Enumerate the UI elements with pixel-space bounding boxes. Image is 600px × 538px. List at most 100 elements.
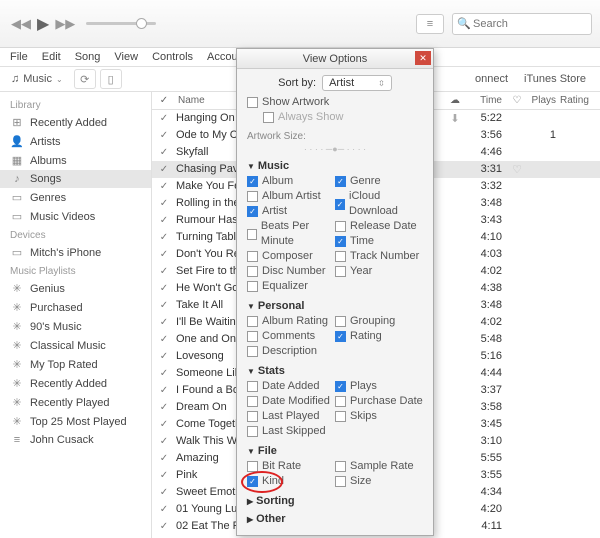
sidebar-item[interactable]: ✳Recently Added <box>0 374 151 393</box>
sidebar-item[interactable]: ≡John Cusack <box>0 431 151 449</box>
row-check[interactable]: ✓ <box>152 130 176 141</box>
option-checkbox[interactable]: ✓Plays <box>335 379 423 394</box>
option-checkbox[interactable]: ✓Kind <box>247 474 335 489</box>
col-cloud[interactable]: ☁ <box>442 95 468 106</box>
option-checkbox[interactable]: Equalizer <box>247 279 335 294</box>
cloud-icon[interactable]: ⬇ <box>442 112 468 125</box>
row-check[interactable]: ✓ <box>152 317 176 328</box>
sortby-select[interactable]: Artist ⇳ <box>322 75 392 91</box>
section-file[interactable]: ▼File <box>247 445 423 457</box>
col-time[interactable]: Time <box>468 95 508 106</box>
sidebar-item[interactable]: ✳Recently Played <box>0 393 151 412</box>
option-checkbox[interactable]: Bit Rate <box>247 459 335 474</box>
dialog-close-button[interactable]: ✕ <box>415 51 431 65</box>
option-checkbox[interactable]: Grouping <box>335 314 423 329</box>
row-check[interactable]: ✓ <box>152 385 176 396</box>
row-check[interactable]: ✓ <box>152 198 176 209</box>
prev-track-button[interactable]: ◀◀ <box>8 12 34 36</box>
row-check[interactable]: ✓ <box>152 300 176 311</box>
option-checkbox[interactable]: ✓Rating <box>335 329 423 344</box>
row-check[interactable]: ✓ <box>152 453 176 464</box>
sidebar-item[interactable]: ▦Albums <box>0 151 151 170</box>
row-check[interactable]: ✓ <box>152 436 176 447</box>
col-plays[interactable]: Plays <box>526 95 560 106</box>
row-check[interactable]: ✓ <box>152 181 176 192</box>
option-checkbox[interactable]: Date Modified <box>247 394 335 409</box>
sidebar-item[interactable]: ✳Top 25 Most Played <box>0 412 151 431</box>
artwork-size-slider[interactable]: · · · · ─●─ · · · · <box>247 144 423 154</box>
option-checkbox[interactable]: Size <box>335 474 423 489</box>
option-checkbox[interactable]: Comments <box>247 329 335 344</box>
row-check[interactable]: ✓ <box>152 470 176 481</box>
option-checkbox[interactable]: ✓Genre <box>335 174 423 189</box>
row-check[interactable]: ✓ <box>152 334 176 345</box>
option-checkbox[interactable]: Sample Rate <box>335 459 423 474</box>
volume-thumb[interactable] <box>136 18 147 29</box>
col-check[interactable]: ✓ <box>152 95 176 106</box>
menu-song[interactable]: Song <box>69 49 107 65</box>
sidebar-item[interactable]: ♪Songs <box>0 170 151 188</box>
menu-view[interactable]: View <box>108 49 144 65</box>
row-check[interactable]: ✓ <box>152 232 176 243</box>
section-stats[interactable]: ▼Stats <box>247 365 423 377</box>
sidebar-item[interactable]: ✳Classical Music <box>0 336 151 355</box>
row-check[interactable]: ✓ <box>152 521 176 532</box>
play-button[interactable]: ▶ <box>34 10 52 38</box>
option-checkbox[interactable]: Purchase Date <box>335 394 423 409</box>
option-checkbox[interactable]: Composer <box>247 249 335 264</box>
search-input[interactable] <box>452 13 592 35</box>
show-artwork-checkbox[interactable]: Show Artwork <box>247 95 423 110</box>
option-checkbox[interactable]: Last Skipped <box>247 424 335 439</box>
sidebar-item[interactable]: ▭Mitch's iPhone <box>0 243 151 262</box>
volume-slider[interactable] <box>86 22 156 25</box>
sidebar-item[interactable]: ✳Purchased <box>0 298 151 317</box>
option-checkbox[interactable]: ✓Artist <box>247 204 335 219</box>
option-checkbox[interactable]: Album Artist <box>247 189 335 204</box>
sidebar-item[interactable]: ✳90's Music <box>0 317 151 336</box>
option-checkbox[interactable]: Last Played <box>247 409 335 424</box>
row-check[interactable]: ✓ <box>152 249 176 260</box>
col-heart[interactable]: ♡ <box>508 95 526 106</box>
library-dropdown[interactable]: ♫ Music ⌄ <box>4 70 70 88</box>
option-checkbox[interactable]: Beats Per Minute <box>247 219 335 249</box>
row-check[interactable]: ✓ <box>152 402 176 413</box>
menu-edit[interactable]: Edit <box>36 49 67 65</box>
option-checkbox[interactable]: Release Date <box>335 219 423 234</box>
section-personal[interactable]: ▼Personal <box>247 300 423 312</box>
option-checkbox[interactable]: Date Added <box>247 379 335 394</box>
sidebar-item[interactable]: ▭Genres <box>0 188 151 207</box>
option-checkbox[interactable]: ✓Time <box>335 234 423 249</box>
menu-controls[interactable]: Controls <box>146 49 199 65</box>
row-check[interactable]: ✓ <box>152 147 176 158</box>
row-check[interactable]: ✓ <box>152 487 176 498</box>
menu-file[interactable]: File <box>4 49 34 65</box>
row-check[interactable]: ✓ <box>152 351 176 362</box>
row-check[interactable]: ✓ <box>152 266 176 277</box>
option-checkbox[interactable]: Album Rating <box>247 314 335 329</box>
next-track-button[interactable]: ▶▶ <box>52 12 78 36</box>
section-sorting[interactable]: ▶Sorting <box>247 495 423 507</box>
row-check[interactable]: ✓ <box>152 215 176 226</box>
connect-link[interactable]: onnect <box>475 73 508 85</box>
row-check[interactable]: ✓ <box>152 504 176 515</box>
col-rating[interactable]: Rating <box>560 95 600 106</box>
sidebar-item[interactable]: 👤Artists <box>0 132 151 151</box>
section-music[interactable]: ▼Music <box>247 160 423 172</box>
option-checkbox[interactable]: Year <box>335 264 423 279</box>
option-checkbox[interactable]: Track Number <box>335 249 423 264</box>
option-checkbox[interactable]: Disc Number <box>247 264 335 279</box>
device-button[interactable]: ▯ <box>100 69 122 89</box>
section-other[interactable]: ▶Other <box>247 513 423 525</box>
row-check[interactable]: ✓ <box>152 164 176 175</box>
itunes-store-link[interactable]: iTunes Store <box>524 73 586 85</box>
row-check[interactable]: ✓ <box>152 113 176 124</box>
sync-button[interactable]: ⟳ <box>74 69 96 89</box>
option-checkbox[interactable]: ✓iCloud Download <box>335 189 423 219</box>
sidebar-item[interactable]: ⊞Recently Added <box>0 113 151 132</box>
option-checkbox[interactable]: ✓Album <box>247 174 335 189</box>
row-check[interactable]: ✓ <box>152 368 176 379</box>
sidebar-item[interactable]: ✳Genius <box>0 279 151 298</box>
sidebar-item[interactable]: ✳My Top Rated <box>0 355 151 374</box>
dialog-title[interactable]: View Options ✕ <box>237 49 433 69</box>
option-checkbox[interactable]: Skips <box>335 409 423 424</box>
